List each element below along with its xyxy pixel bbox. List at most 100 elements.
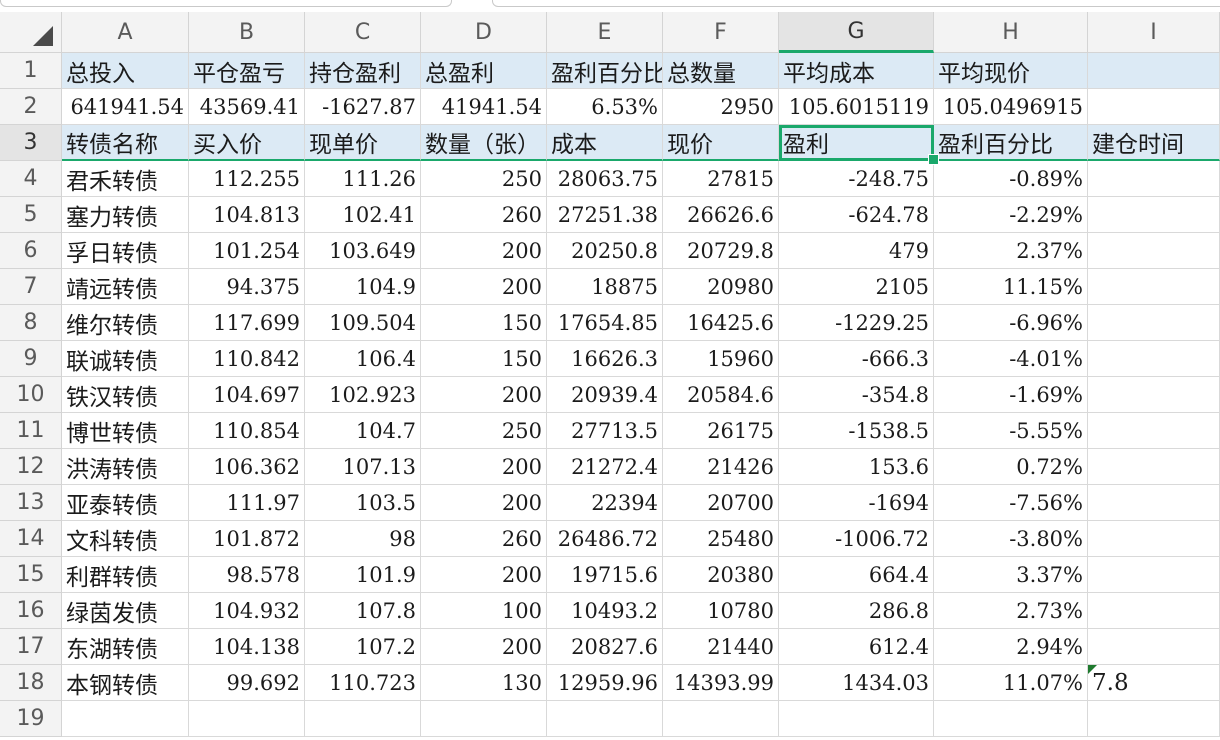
cell-d3[interactable]: 数量（张） (421, 125, 547, 161)
cell-a19[interactable] (62, 701, 189, 737)
cell-d9[interactable]: 150 (421, 341, 547, 377)
cell-i11[interactable] (1088, 413, 1220, 449)
row-header-2[interactable]: 2 (0, 89, 62, 125)
cell-f16[interactable]: 10780 (663, 593, 779, 629)
row-header-11[interactable]: 11 (0, 413, 62, 449)
cell-c18[interactable]: 110.723 (305, 665, 421, 701)
cell-e11[interactable]: 27713.5 (547, 413, 663, 449)
cell-c12[interactable]: 107.13 (305, 449, 421, 485)
select-all-corner[interactable] (0, 12, 62, 53)
cell-h3[interactable]: 盈利百分比 (934, 125, 1088, 161)
cell-d8[interactable]: 150 (421, 305, 547, 341)
cell-a18[interactable]: 本钢转债 (62, 665, 189, 701)
top-tab-left[interactable] (0, 0, 452, 7)
column-header-i[interactable]: I (1088, 12, 1220, 53)
cell-g16[interactable]: 286.8 (779, 593, 934, 629)
cell-g14[interactable]: -1006.72 (779, 521, 934, 557)
number-as-text-warning-icon[interactable] (1088, 665, 1097, 674)
cell-b12[interactable]: 106.362 (189, 449, 305, 485)
cell-c4[interactable]: 111.26 (305, 161, 421, 197)
cell-h4[interactable]: -0.89% (934, 161, 1088, 197)
row-header-7[interactable]: 7 (0, 269, 62, 305)
cell-f6[interactable]: 20729.8 (663, 233, 779, 269)
cell-c8[interactable]: 109.504 (305, 305, 421, 341)
cell-g5[interactable]: -624.78 (779, 197, 934, 233)
cell-f19[interactable] (663, 701, 779, 737)
cell-f15[interactable]: 20380 (663, 557, 779, 593)
row-header-4[interactable]: 4 (0, 161, 62, 197)
cell-a7[interactable]: 靖远转债 (62, 269, 189, 305)
cell-i8[interactable] (1088, 305, 1220, 341)
cell-f1[interactable]: 总数量 (663, 53, 779, 89)
cell-b5[interactable]: 104.813 (189, 197, 305, 233)
cell-i16[interactable] (1088, 593, 1220, 629)
cell-d15[interactable]: 200 (421, 557, 547, 593)
cell-c3[interactable]: 现单价 (305, 125, 421, 161)
cell-a17[interactable]: 东湖转债 (62, 629, 189, 665)
row-header-12[interactable]: 12 (0, 449, 62, 485)
cell-c15[interactable]: 101.9 (305, 557, 421, 593)
cell-a11[interactable]: 博世转债 (62, 413, 189, 449)
cell-c17[interactable]: 107.2 (305, 629, 421, 665)
cell-i18[interactable]: 7.8 (1088, 665, 1220, 701)
cell-f5[interactable]: 26626.6 (663, 197, 779, 233)
cell-h11[interactable]: -5.55% (934, 413, 1088, 449)
cell-e10[interactable]: 20939.4 (547, 377, 663, 413)
cell-d4[interactable]: 250 (421, 161, 547, 197)
cell-f14[interactable]: 25480 (663, 521, 779, 557)
cell-h6[interactable]: 2.37% (934, 233, 1088, 269)
cell-b3[interactable]: 买入价 (189, 125, 305, 161)
cell-f12[interactable]: 21426 (663, 449, 779, 485)
cell-g10[interactable]: -354.8 (779, 377, 934, 413)
cell-b6[interactable]: 101.254 (189, 233, 305, 269)
cell-c5[interactable]: 102.41 (305, 197, 421, 233)
column-header-b[interactable]: B (189, 12, 305, 53)
cell-g9[interactable]: -666.3 (779, 341, 934, 377)
cell-a6[interactable]: 孚日转债 (62, 233, 189, 269)
column-header-d[interactable]: D (421, 12, 547, 53)
cell-e1[interactable]: 盈利百分比 (547, 53, 663, 89)
cell-g19[interactable] (779, 701, 934, 737)
cell-h7[interactable]: 11.15% (934, 269, 1088, 305)
row-header-13[interactable]: 13 (0, 485, 62, 521)
cell-h14[interactable]: -3.80% (934, 521, 1088, 557)
cell-i12[interactable] (1088, 449, 1220, 485)
cell-g18[interactable]: 1434.03 (779, 665, 934, 701)
cell-g13[interactable]: -1694 (779, 485, 934, 521)
cell-d1[interactable]: 总盈利 (421, 53, 547, 89)
cell-h15[interactable]: 3.37% (934, 557, 1088, 593)
cell-i10[interactable] (1088, 377, 1220, 413)
fill-handle[interactable] (928, 154, 939, 165)
cell-e14[interactable]: 26486.72 (547, 521, 663, 557)
cell-e17[interactable]: 20827.6 (547, 629, 663, 665)
cell-b9[interactable]: 110.842 (189, 341, 305, 377)
cell-g7[interactable]: 2105 (779, 269, 934, 305)
cell-i19[interactable] (1088, 701, 1220, 737)
cell-c6[interactable]: 103.649 (305, 233, 421, 269)
column-header-a[interactable]: A (62, 12, 189, 53)
cell-a16[interactable]: 绿茵发债 (62, 593, 189, 629)
cell-c2[interactable]: -1627.87 (305, 89, 421, 125)
cell-a2[interactable]: 641941.54 (62, 89, 189, 125)
spreadsheet-grid[interactable]: A B C D E F G H I 1 总投入 平仓盈亏 持仓盈利 总盈利 盈利百分比 总数量 平均成本 平均现价… (0, 12, 1220, 737)
cell-a12[interactable]: 洪涛转债 (62, 449, 189, 485)
cell-e13[interactable]: 22394 (547, 485, 663, 521)
cell-h10[interactable]: -1.69% (934, 377, 1088, 413)
cell-b8[interactable]: 117.699 (189, 305, 305, 341)
cell-f13[interactable]: 20700 (663, 485, 779, 521)
cell-d12[interactable]: 200 (421, 449, 547, 485)
cell-f11[interactable]: 26175 (663, 413, 779, 449)
cell-g2[interactable]: 105.6015119 (779, 89, 934, 125)
cell-f17[interactable]: 21440 (663, 629, 779, 665)
cell-e9[interactable]: 16626.3 (547, 341, 663, 377)
row-header-10[interactable]: 10 (0, 377, 62, 413)
row-header-5[interactable]: 5 (0, 197, 62, 233)
cell-c11[interactable]: 104.7 (305, 413, 421, 449)
cell-h8[interactable]: -6.96% (934, 305, 1088, 341)
cell-a8[interactable]: 维尔转债 (62, 305, 189, 341)
row-header-17[interactable]: 17 (0, 629, 62, 665)
cell-f10[interactable]: 20584.6 (663, 377, 779, 413)
cell-f7[interactable]: 20980 (663, 269, 779, 305)
cell-g12[interactable]: 153.6 (779, 449, 934, 485)
row-header-1[interactable]: 1 (0, 53, 62, 89)
